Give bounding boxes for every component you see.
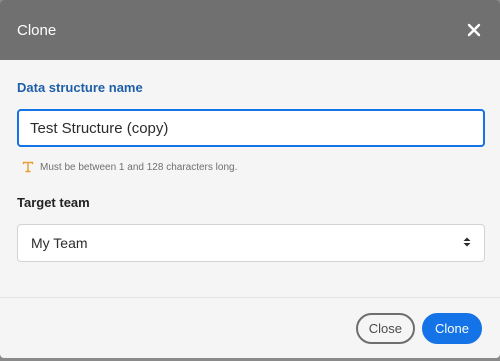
close-button[interactable]: Close bbox=[355, 313, 416, 344]
close-icon[interactable] bbox=[464, 20, 484, 40]
data-structure-name-label: Data structure name bbox=[17, 80, 143, 95]
clone-button[interactable]: Clone bbox=[422, 313, 482, 344]
name-helper-text: Must be between 1 and 128 characters lon… bbox=[40, 161, 238, 173]
dialog-footer: Close Clone bbox=[355, 313, 482, 344]
name-helper: Must be between 1 and 128 characters lon… bbox=[22, 161, 484, 173]
type-icon bbox=[22, 161, 34, 173]
target-team-label: Target team bbox=[17, 195, 90, 210]
dialog-title: Clone bbox=[17, 21, 57, 39]
target-team-value: My Team bbox=[31, 235, 88, 251]
dialog-body: Data structure name Must be between 1 an… bbox=[0, 60, 500, 262]
clone-dialog: Clone Data structure name Must be betwee… bbox=[0, 0, 500, 358]
target-team-select[interactable]: My Team bbox=[17, 224, 485, 262]
footer-divider bbox=[0, 297, 500, 298]
dialog-header: Clone bbox=[0, 0, 500, 60]
sort-arrows-icon bbox=[462, 235, 472, 251]
target-team-section: Target team My Team bbox=[17, 195, 485, 262]
data-structure-name-input[interactable] bbox=[17, 109, 485, 147]
